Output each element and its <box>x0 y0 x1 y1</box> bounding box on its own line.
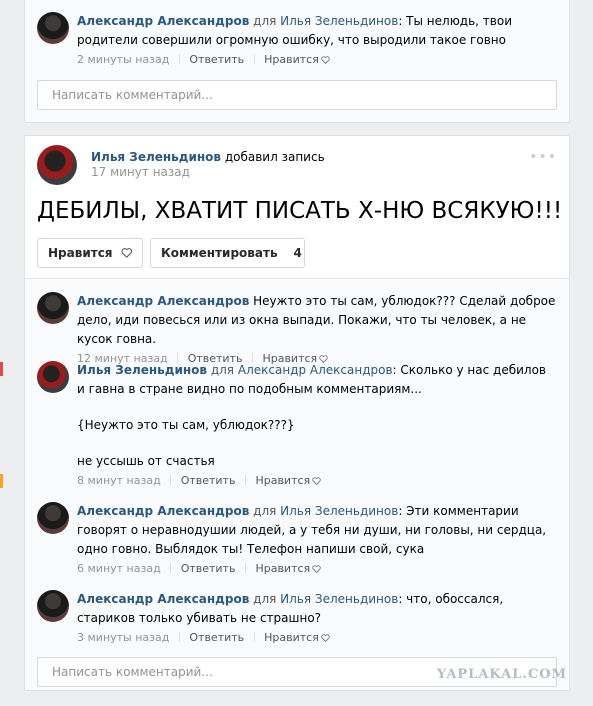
comment-text: Илья Зеленьдинов для Александр Александр… <box>77 361 557 471</box>
like-label: Нравится <box>255 474 311 487</box>
divider <box>244 475 246 485</box>
comment-time[interactable]: 6 минут назад <box>77 562 161 575</box>
like-link[interactable]: Нравится <box>264 631 330 644</box>
comment-author[interactable]: Александр Александров <box>77 504 249 518</box>
comment-target[interactable]: Илья Зеленьдинов <box>280 504 398 518</box>
comment-target[interactable]: Илья Зеленьдинов <box>280 14 398 28</box>
comment-author[interactable]: Александр Александров <box>77 592 249 606</box>
comment-text: Александр Александров для Илья Зеленьдин… <box>77 502 557 559</box>
divider <box>253 54 255 64</box>
comment-body-end: не уссышь от счастья <box>77 454 215 468</box>
avatar[interactable] <box>37 361 69 393</box>
divider <box>25 278 569 279</box>
comment-prep: для <box>210 363 235 377</box>
post-text: ДЕБИЛЫ, ХВАТИТ ПИСАТЬ Х-НЮ ВСЯКУЮ!!! <box>37 198 563 224</box>
side-marker-red <box>0 362 3 376</box>
avatar[interactable] <box>37 590 69 622</box>
side-marker-orange <box>0 474 3 488</box>
comment-text: Александр Александров Неужто это ты сам,… <box>77 292 557 349</box>
like-label: Нравится <box>264 53 319 66</box>
divider <box>170 563 172 573</box>
divider <box>178 54 180 64</box>
divider <box>178 632 180 642</box>
reply-link[interactable]: Ответить <box>189 631 244 644</box>
reply-link[interactable]: Ответить <box>189 53 244 66</box>
comment-text: Александр Александров для Илья Зеленьдин… <box>77 12 557 50</box>
like-label: Нравится <box>255 562 311 575</box>
post-header: Илья Зеленьдинов добавил запись 17 минут… <box>37 145 557 189</box>
comment-item: Илья Зеленьдинов для Александр Александр… <box>37 361 557 489</box>
comment-meta: 8 минут назад Ответить Нравится <box>77 473 557 489</box>
comment-text: Александр Александров для Илья Зеленьдин… <box>77 590 557 628</box>
comment-input[interactable]: Написать комментарий... <box>37 80 557 110</box>
post-author[interactable]: Илья Зеленьдинов <box>91 150 221 164</box>
comment-prep: для <box>253 14 277 28</box>
like-link[interactable]: Нравится <box>255 562 321 575</box>
post-action: добавил запись <box>224 150 325 164</box>
comment-prep: для <box>253 592 277 606</box>
post-time[interactable]: 17 минут назад <box>91 165 190 179</box>
comment-item: Александр Александров Неужто это ты сам,… <box>37 292 557 367</box>
heart-icon <box>312 565 321 573</box>
like-link[interactable]: Нравится <box>264 53 330 66</box>
comment-time[interactable]: 2 минуты назад <box>77 53 169 66</box>
heart-icon <box>321 634 330 642</box>
comment-item: Александр Александров для Илья Зеленьдин… <box>37 12 557 68</box>
comment-author[interactable]: Александр Александров <box>77 294 249 308</box>
avatar[interactable] <box>37 12 69 44</box>
like-link[interactable]: Нравится <box>255 474 321 487</box>
comment-meta: 3 минуты назад Ответить Нравится <box>77 630 557 646</box>
previous-post-card: Александр Александров для Илья Зеленьдин… <box>24 0 570 123</box>
divider <box>244 563 246 573</box>
comment-author[interactable]: Илья Зеленьдинов <box>77 363 207 377</box>
comment-author[interactable]: Александр Александров <box>77 14 249 28</box>
more-dots-icon[interactable]: ••• <box>529 149 557 165</box>
comment-time[interactable]: 8 минут назад <box>77 474 161 487</box>
comment-meta: 6 минут назад Ответить Нравится <box>77 561 557 577</box>
comment-item: Александр Александров для Илья Зеленьдин… <box>37 590 557 646</box>
comment-item: Александр Александров для Илья Зеленьдин… <box>37 502 557 577</box>
avatar[interactable] <box>37 145 77 185</box>
watermark: YAPLAKAL.COM <box>436 667 567 682</box>
comment-target[interactable]: Александр Александров <box>238 363 393 377</box>
avatar[interactable] <box>37 292 69 324</box>
comment-time[interactable]: 3 минуты назад <box>77 631 169 644</box>
like-button[interactable]: Нравится <box>37 238 143 268</box>
reply-link[interactable]: Ответить <box>181 562 236 575</box>
comment-button-label: Комментировать <box>161 246 278 260</box>
heart-icon <box>321 56 330 64</box>
post-author-line: Илья Зеленьдинов добавил запись <box>91 149 325 165</box>
comment-meta: 2 минуты назад Ответить Нравится <box>77 52 557 68</box>
comment-button[interactable]: Комментировать 4 <box>150 238 305 268</box>
post-card: Илья Зеленьдинов добавил запись 17 минут… <box>24 135 570 691</box>
divider <box>253 632 255 642</box>
comment-target[interactable]: Илья Зеленьдинов <box>280 592 398 606</box>
comment-prep: для <box>253 504 277 518</box>
heart-icon <box>312 477 321 485</box>
heart-icon <box>120 248 132 258</box>
like-button-label: Нравится <box>48 246 113 260</box>
divider <box>170 475 172 485</box>
comment-quote: {Неужто это ты сам, ублюдок???} <box>77 418 295 432</box>
reply-link[interactable]: Ответить <box>181 474 236 487</box>
comment-count: 4 <box>293 246 302 260</box>
avatar[interactable] <box>37 502 69 534</box>
like-label: Нравится <box>264 631 319 644</box>
